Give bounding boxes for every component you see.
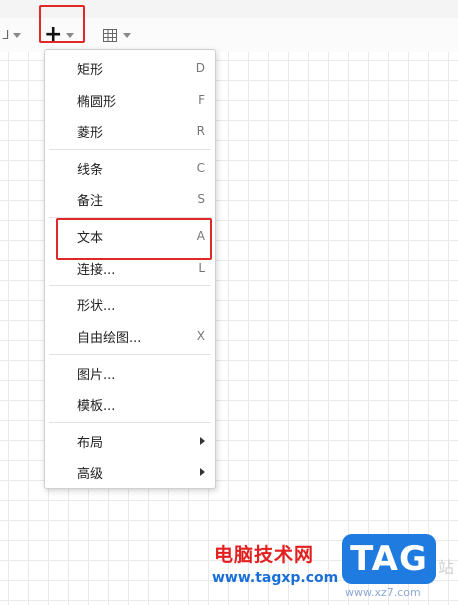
menu-item-shortcut: F (198, 93, 205, 107)
partial-icon: ᒧ (2, 28, 10, 42)
menu-item-label: 布局 (77, 435, 104, 451)
watermark-url: www.tagxp.com (212, 570, 339, 586)
menu-item-label: 自由绘图... (77, 330, 142, 346)
menu-separator (49, 285, 211, 286)
menu-item-label: 连接... (77, 262, 116, 278)
menu-separator (49, 422, 211, 423)
watermark-site-name: 电脑技术网 (214, 544, 315, 566)
watermark-logo: TAG (342, 534, 436, 584)
chevron-right-icon (200, 468, 205, 476)
menu-item-note[interactable]: 备注 S (45, 185, 215, 213)
menu-item-shortcut: A (196, 229, 205, 243)
menu-item-advanced[interactable]: 高级 (45, 458, 215, 486)
menu-item-shortcut: S (197, 192, 205, 206)
menu-item-image[interactable]: 图片... (45, 359, 215, 387)
chevron-down-icon (13, 32, 22, 38)
watermark-side-mark: 站 (438, 558, 455, 577)
menu-item-label: 菱形 (77, 125, 104, 141)
menu-item-shortcut: C (196, 161, 205, 175)
menu-item-label: 高级 (77, 466, 104, 482)
watermark-logo-text: TAG (350, 539, 428, 579)
menu-item-label: 模板... (77, 398, 116, 414)
menu-item-label: 矩形 (77, 62, 104, 78)
window-top-strip (0, 0, 458, 19)
menu-item-label: 文本 (77, 230, 104, 246)
toolbar: ᒧ + (0, 18, 458, 53)
menu-item-shortcut: L (198, 261, 205, 275)
menu-item-label: 椭圆形 (77, 94, 117, 110)
menu-item-label: 备注 (77, 193, 104, 209)
table-button[interactable] (103, 26, 131, 44)
menu-item-rhombus[interactable]: 菱形 R (45, 117, 215, 145)
menu-item-shortcut: X (196, 329, 205, 343)
insert-plus-button[interactable]: + (44, 22, 75, 47)
menu-item-text[interactable]: 文本 A (45, 222, 215, 250)
menu-item-label: 线条 (77, 162, 104, 178)
watermark-under-text: www.xz7.com (345, 586, 421, 599)
menu-item-layout[interactable]: 布局 (45, 427, 215, 455)
menu-item-shapes[interactable]: 形状... (45, 290, 215, 318)
menu-item-shortcut: D (195, 61, 205, 75)
menu-separator (49, 149, 211, 150)
chevron-down-icon (66, 32, 75, 38)
menu-item-ellipse[interactable]: 椭圆形 F (45, 86, 215, 114)
menu-item-label: 图片... (77, 367, 116, 383)
menu-item-rectangle[interactable]: 矩形 D (45, 54, 215, 82)
table-icon (103, 28, 117, 42)
chevron-down-icon (123, 32, 131, 38)
menu-item-shortcut: R (196, 124, 205, 138)
plus-icon: + (44, 22, 63, 47)
menu-item-freehand[interactable]: 自由绘图... X (45, 322, 215, 350)
insert-dropdown-menu: 矩形 D 椭圆形 F 菱形 R 线条 C 备注 S 文本 A 连接... L 形… (44, 49, 216, 489)
chevron-right-icon (200, 437, 205, 445)
menu-separator (49, 217, 211, 218)
menu-item-line[interactable]: 线条 C (45, 154, 215, 182)
menu-item-template[interactable]: 模板... (45, 390, 215, 418)
menu-separator (49, 354, 211, 355)
menu-item-connection[interactable]: 连接... L (45, 254, 215, 282)
menu-item-label: 形状... (77, 298, 116, 314)
partial-toolbar-dropdown[interactable]: ᒧ (2, 26, 22, 44)
